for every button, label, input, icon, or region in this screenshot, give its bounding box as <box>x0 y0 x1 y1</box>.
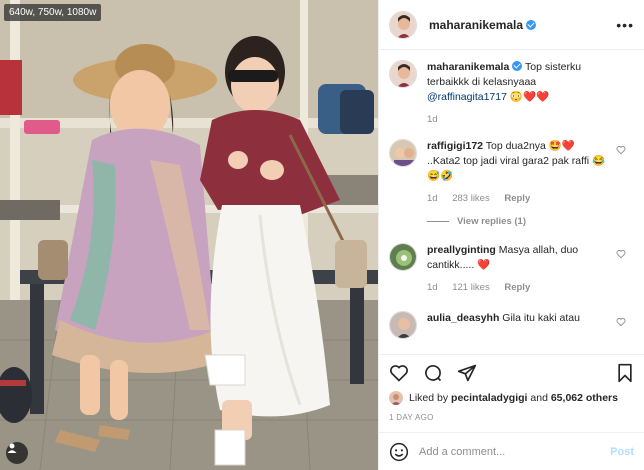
likes-count-link[interactable]: 65,062 others <box>551 392 618 404</box>
divider-line <box>427 221 449 222</box>
comment-item: preallyginting Masya allah, duo cantikk.… <box>389 243 634 295</box>
caption-item: maharanikemala Top sisterku terbaikkk di… <box>389 60 634 127</box>
comment-button[interactable] <box>423 363 443 383</box>
comment-username[interactable]: aulia_deasyhh <box>427 312 499 324</box>
photo-illustration <box>0 0 378 470</box>
post-actions: Liked by pecintaladygigi and 65,062 othe… <box>379 354 644 422</box>
caption-time: 1d <box>427 114 438 125</box>
like-comment-heart-icon[interactable] <box>616 317 626 327</box>
like-comment-heart-icon[interactable] <box>616 249 626 259</box>
comment-time: 1d <box>427 193 438 204</box>
commenter-avatar[interactable] <box>389 311 417 339</box>
liker-avatar[interactable] <box>389 391 403 405</box>
tag-people-button[interactable] <box>6 442 28 464</box>
comment-username[interactable]: preallyginting <box>427 244 496 256</box>
post-photo[interactable]: 640w, 750w, 1080w <box>0 0 378 470</box>
commenter-avatar[interactable] <box>389 243 417 271</box>
comment-text: Gila itu kaki atau <box>502 312 580 324</box>
liked-by-summary: Liked by pecintaladygigi and 65,062 othe… <box>389 391 634 405</box>
verified-badge-icon <box>512 61 523 71</box>
post-side-panel: maharanikemala ••• maharanikemala Top si… <box>378 0 644 470</box>
comment-username[interactable]: raffigigi172 <box>427 140 483 152</box>
comment-input[interactable] <box>419 445 611 458</box>
speech-bubble-icon <box>425 364 442 382</box>
view-replies-button[interactable]: View replies (1) <box>427 216 634 227</box>
post-time-ago[interactable]: 1 DAY AGO <box>389 413 634 422</box>
liker-username[interactable]: pecintaladygigi <box>451 392 527 404</box>
liked-prefix: Liked by <box>409 392 449 404</box>
person-icon <box>7 443 17 453</box>
caption-emoji: 😳❤️❤️ <box>509 91 550 103</box>
caption-username[interactable]: maharanikemala <box>427 61 509 73</box>
paper-plane-icon <box>457 364 477 382</box>
like-button[interactable] <box>389 363 409 383</box>
heart-icon <box>390 365 408 382</box>
share-button[interactable] <box>457 363 477 383</box>
more-options-icon[interactable]: ••• <box>616 17 634 33</box>
comment-item: aulia_deasyhh Gila itu kaki atau <box>389 311 634 339</box>
comment-composer: Post <box>379 432 644 470</box>
reply-button[interactable]: Reply <box>504 193 530 204</box>
bookmark-icon <box>618 363 632 383</box>
comment-likes[interactable]: 121 likes <box>452 282 490 293</box>
caption-mention-link[interactable]: @raffinagita1717 <box>427 91 507 103</box>
comment-likes[interactable]: 283 likes <box>452 193 490 204</box>
view-replies-label: View replies (1) <box>457 216 526 227</box>
like-comment-heart-icon[interactable] <box>616 145 626 155</box>
emoji-icon[interactable] <box>389 442 409 462</box>
post-header: maharanikemala ••• <box>379 0 644 50</box>
comments-list[interactable]: maharanikemala Top sisterku terbaikkk di… <box>379 58 644 350</box>
post-comment-button[interactable]: Post <box>610 446 634 458</box>
caption-avatar[interactable] <box>389 60 417 88</box>
comment-item: raffigigi172 Top dua2nya 🤩❤️ ..Kata2 top… <box>389 139 634 206</box>
liked-and: and <box>530 392 548 404</box>
comment-time: 1d <box>427 282 438 293</box>
author-avatar[interactable] <box>389 10 417 39</box>
save-button[interactable] <box>616 363 634 383</box>
verified-badge-icon <box>526 19 537 30</box>
author-username[interactable]: maharanikemala <box>429 18 537 32</box>
reply-button[interactable]: Reply <box>504 282 530 293</box>
commenter-avatar[interactable] <box>389 139 417 167</box>
image-size-badge: 640w, 750w, 1080w <box>4 4 102 21</box>
